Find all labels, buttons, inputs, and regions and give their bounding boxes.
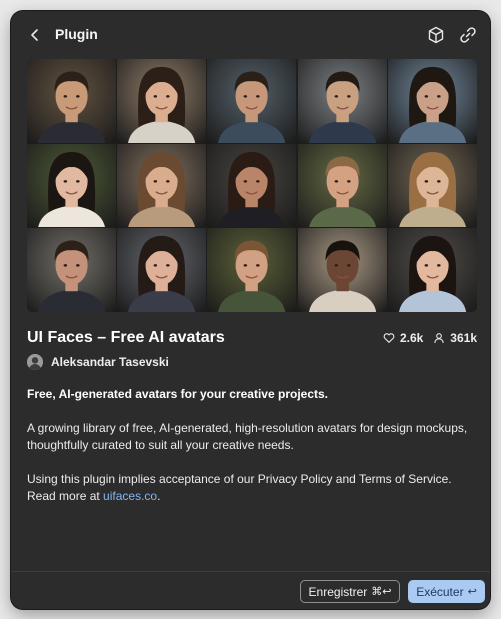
description-tagline: Free, AI-generated avatars for your crea…: [27, 387, 329, 401]
likes-stat[interactable]: 2.6k: [383, 331, 423, 345]
user-icon: [434, 333, 445, 344]
back-button[interactable]: [25, 25, 45, 45]
save-button[interactable]: Enregistrer ⌘↩: [300, 580, 400, 603]
link-icon: [460, 27, 476, 43]
author[interactable]: Aleksandar Tasevski: [27, 354, 169, 370]
avatar-image: [117, 143, 207, 228]
avatar-image: [27, 143, 117, 228]
avatar-image: [387, 59, 477, 143]
avatar-image: [27, 228, 117, 312]
avatar-image: [297, 59, 387, 143]
users-stat: 361k: [433, 331, 477, 345]
run-button[interactable]: Exécuter ↩: [408, 580, 485, 603]
avatar-collage: [27, 59, 477, 312]
run-shortcut: ↩: [467, 586, 477, 598]
avatar-image: [117, 59, 207, 143]
package-button[interactable]: [426, 25, 446, 45]
chevron-left-icon: [31, 29, 38, 41]
plugin-description: Free, AI-generated avatars for your crea…: [27, 386, 477, 522]
avatar: [27, 354, 43, 370]
plugin-name: UI Faces – Free AI avatars: [27, 329, 225, 346]
plugin-footer: Enregistrer ⌘↩ Exécuter ↩: [11, 571, 490, 609]
avatar-image: [207, 228, 297, 312]
avatar-image: [117, 228, 207, 312]
package-icon: [428, 26, 444, 44]
save-shortcut: ⌘↩: [371, 586, 392, 598]
avatar-image: [207, 59, 297, 143]
avatar-image: [297, 143, 387, 228]
terms-notice: Using this plugin implies acceptance of …: [27, 472, 452, 503]
likes-count: 2.6k: [399, 331, 424, 345]
users-count: 361k: [450, 331, 477, 345]
avatar-image: [297, 228, 387, 312]
heart-icon: [383, 333, 395, 343]
page-title: Plugin: [55, 26, 98, 42]
author-name: Aleksandar Tasevski: [51, 355, 169, 369]
avatar-image: [207, 143, 297, 228]
terms-notice-text: Using this plugin implies acceptance of …: [27, 472, 452, 503]
avatar-image: [387, 228, 477, 312]
website-link[interactable]: uifaces.co: [103, 489, 157, 503]
plugin-window: Plugin UI Faces – Free AI avatars 2.6k 3…: [11, 11, 490, 609]
plugin-stats: 2.6k 361k: [383, 331, 477, 345]
avatar-image: [387, 143, 477, 228]
description-body: A growing library of free, AI-generated,…: [27, 421, 468, 452]
plugin-header: Plugin: [11, 11, 490, 59]
copy-link-button[interactable]: [458, 25, 478, 45]
avatar-image: [27, 59, 117, 143]
